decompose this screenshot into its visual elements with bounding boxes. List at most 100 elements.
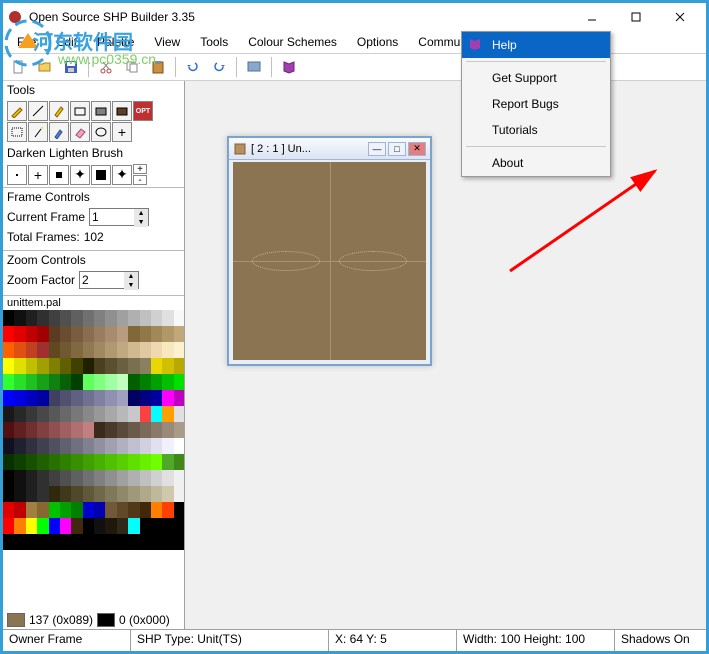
palette-swatch[interactable] [71, 326, 82, 342]
palette-swatch[interactable] [94, 342, 105, 358]
palette-swatch[interactable] [49, 342, 60, 358]
palette-swatch[interactable] [117, 438, 128, 454]
brush-size-5[interactable] [91, 165, 111, 185]
palette-swatch[interactable] [3, 326, 14, 342]
palette-swatch[interactable] [26, 390, 37, 406]
palette-swatch[interactable] [83, 534, 94, 550]
palette-swatch[interactable] [49, 422, 60, 438]
palette-swatch[interactable] [60, 310, 71, 326]
child-min-button[interactable]: — [368, 142, 386, 156]
palette-swatch[interactable] [49, 310, 60, 326]
palette-swatch[interactable] [117, 502, 128, 518]
brush-size-3[interactable] [49, 165, 69, 185]
bg-swatch[interactable] [97, 613, 115, 627]
spin-down-icon[interactable]: ▼ [134, 218, 148, 227]
palette-swatch[interactable] [174, 534, 185, 550]
palette-swatch[interactable] [94, 438, 105, 454]
palette-swatch[interactable] [151, 486, 162, 502]
palette-swatch[interactable] [14, 358, 25, 374]
palette-swatch[interactable] [162, 502, 173, 518]
palette-swatch[interactable] [71, 310, 82, 326]
palette-swatch[interactable] [94, 390, 105, 406]
palette-swatch[interactable] [26, 502, 37, 518]
palette-swatch[interactable] [105, 406, 116, 422]
palette-swatch[interactable] [128, 502, 139, 518]
palette-swatch[interactable] [60, 326, 71, 342]
palette-swatch[interactable] [105, 438, 116, 454]
palette-swatch[interactable] [37, 374, 48, 390]
palette-swatch[interactable] [128, 422, 139, 438]
palette-swatch[interactable] [105, 342, 116, 358]
palette-swatch[interactable] [49, 406, 60, 422]
palette-swatch[interactable] [105, 390, 116, 406]
palette-swatch[interactable] [3, 422, 14, 438]
palette-swatch[interactable] [37, 422, 48, 438]
palette-swatch[interactable] [26, 310, 37, 326]
palette-swatch[interactable] [140, 486, 151, 502]
close-button[interactable] [658, 4, 702, 30]
help-menu-support[interactable]: Get Support [462, 65, 610, 91]
palette-swatch[interactable] [117, 454, 128, 470]
palette-swatch[interactable] [83, 310, 94, 326]
palette-swatch[interactable] [3, 390, 14, 406]
palette-swatch[interactable] [3, 310, 14, 326]
palette-swatch[interactable] [162, 534, 173, 550]
palette-swatch[interactable] [105, 422, 116, 438]
palette-swatch[interactable] [128, 454, 139, 470]
palette-swatch[interactable] [117, 342, 128, 358]
spin-down-icon[interactable]: ▼ [124, 281, 138, 290]
palette-swatch[interactable] [174, 518, 185, 534]
palette-swatch[interactable] [14, 438, 25, 454]
palette-swatch[interactable] [26, 438, 37, 454]
palette-swatch[interactable] [71, 454, 82, 470]
palette-swatch[interactable] [26, 358, 37, 374]
brush-minus[interactable]: - [133, 175, 147, 185]
palette-swatch[interactable] [83, 342, 94, 358]
help-menu-help[interactable]: Help [462, 32, 610, 58]
wand-tool-icon[interactable] [28, 122, 48, 142]
menu-tools[interactable]: Tools [190, 32, 238, 52]
brush-tool-icon[interactable] [49, 101, 69, 121]
palette-swatch[interactable] [94, 518, 105, 534]
palette-swatch[interactable] [94, 358, 105, 374]
palette-swatch[interactable] [26, 342, 37, 358]
menu-options[interactable]: Options [347, 32, 408, 52]
brush-size-1[interactable] [7, 165, 27, 185]
palette-swatch[interactable] [14, 374, 25, 390]
palette-swatch[interactable] [162, 486, 173, 502]
palette-swatch[interactable] [14, 518, 25, 534]
zoom-spin[interactable]: ▲▼ [79, 271, 139, 289]
spin-up-icon[interactable]: ▲ [134, 209, 148, 218]
palette-swatch[interactable] [60, 390, 71, 406]
palette-swatch[interactable] [105, 358, 116, 374]
palette-swatch[interactable] [37, 358, 48, 374]
palette-swatch[interactable] [83, 422, 94, 438]
palette-swatch[interactable] [151, 502, 162, 518]
palette-swatch[interactable] [60, 342, 71, 358]
zoom-factor-input[interactable] [80, 272, 124, 288]
child-titlebar[interactable]: [ 2 : 1 ] Un... — □ ✕ [229, 138, 430, 160]
palette-swatch[interactable] [3, 518, 14, 534]
palette-swatch[interactable] [151, 310, 162, 326]
palette-swatch[interactable] [14, 454, 25, 470]
palette-swatch[interactable] [174, 406, 185, 422]
palette-swatch[interactable] [140, 326, 151, 342]
palette-swatch[interactable] [117, 326, 128, 342]
palette-swatch[interactable] [128, 374, 139, 390]
palette-swatch[interactable] [60, 518, 71, 534]
palette-swatch[interactable] [151, 374, 162, 390]
palette-swatch[interactable] [37, 486, 48, 502]
palette-swatch[interactable] [162, 342, 173, 358]
palette-swatch[interactable] [60, 422, 71, 438]
palette-swatch[interactable] [26, 486, 37, 502]
palette-swatch[interactable] [60, 406, 71, 422]
palette-swatch[interactable] [117, 534, 128, 550]
palette-swatch[interactable] [174, 358, 185, 374]
palette-swatch[interactable] [83, 326, 94, 342]
palette-swatch[interactable] [3, 438, 14, 454]
color-palette[interactable] [3, 310, 185, 550]
fg-swatch[interactable] [7, 613, 25, 627]
palette-swatch[interactable] [94, 454, 105, 470]
palette-swatch[interactable] [60, 470, 71, 486]
palette-swatch[interactable] [3, 342, 14, 358]
